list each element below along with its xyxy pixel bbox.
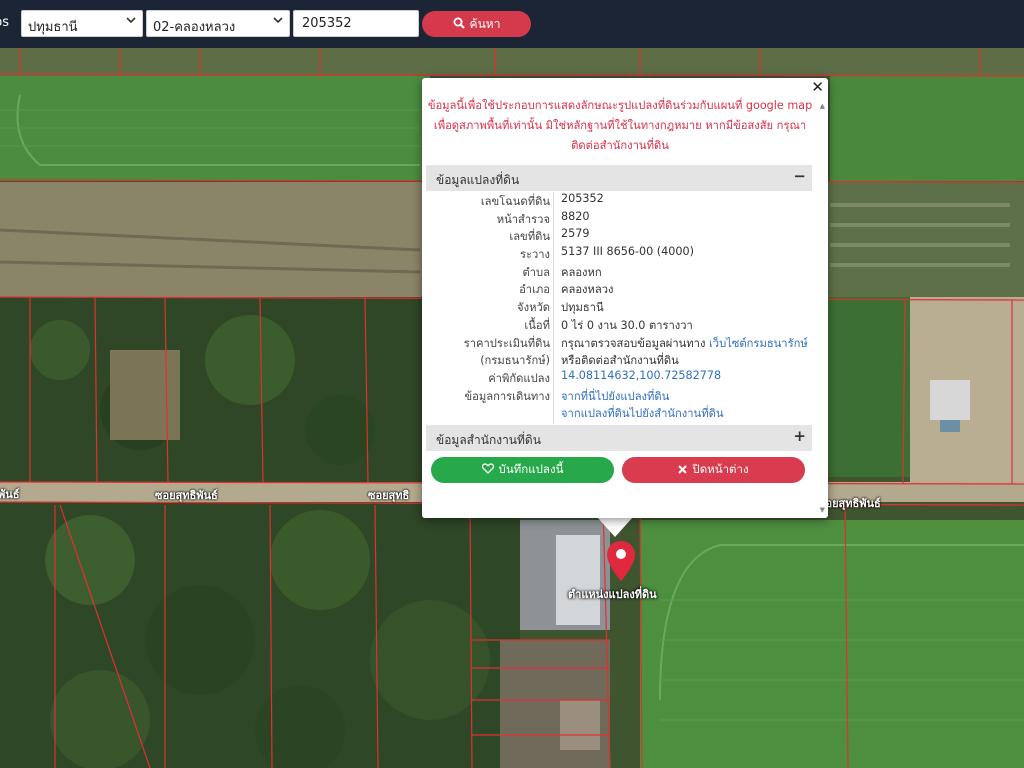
info-label: จังหวัด [517, 301, 550, 315]
info-label: เลขที่ดิน [509, 230, 550, 244]
info-label: อำเภอ [519, 283, 550, 297]
close-window-label: ปิดหน้าต่าง [692, 462, 749, 476]
close-icon[interactable]: ✕ [811, 78, 824, 96]
directions-to-office-link[interactable]: จากแปลงที่ดินไปยังสำนักงานที่ดิน [561, 404, 724, 422]
scroll-down-icon[interactable]: ▼ [820, 506, 825, 514]
info-value: 2579 [561, 227, 590, 241]
collapse-icon[interactable]: − [793, 167, 806, 185]
search-button[interactable]: ค้นหา [422, 11, 531, 37]
appraisal-sublabel: (กรมธนารักษ์) [480, 354, 550, 368]
info-value: คลองหลวง [561, 283, 614, 297]
map-pin-icon[interactable] [606, 540, 636, 582]
appraisal-value: กรุณาตรวจสอบข้อมูลผ่านทาง เว็บไซต์กรมธนา… [561, 334, 808, 352]
parcel-number-input[interactable] [293, 10, 419, 37]
info-label: ระวาง [519, 248, 550, 262]
info-value: ปทุมธานี [561, 301, 604, 315]
section-office-info[interactable]: ข้อมูลสำนักงานที่ดิน + [426, 425, 812, 451]
brand-text: ps [0, 15, 10, 30]
coordinates-label: ค่าพิกัดแปลง [488, 371, 550, 385]
info-row: ระวาง 5137 III 8656-00 (4000) [426, 245, 812, 263]
section-parcel-title: ข้อมูลแปลงที่ดิน [436, 173, 520, 187]
info-row-travel-2: จากแปลงที่ดินไปยังสำนักงานที่ดิน [426, 404, 812, 422]
info-row: เลขที่ดิน 2579 [426, 227, 812, 245]
info-row: เลขโฉนดที่ดิน 205352 [426, 192, 812, 210]
info-value: คลองหก [561, 265, 602, 279]
marker-label: ตำแหน่งแปลงที่ดิน [568, 588, 657, 601]
info-row: ตำบล คลองหก [426, 263, 812, 281]
info-row: จังหวัด ปทุมธานี [426, 298, 812, 316]
coordinates-link[interactable]: 14.08114632,100.72582778 [561, 369, 721, 382]
district-select[interactable]: 02-คลองหลวง [146, 10, 290, 37]
chevron-down-icon [273, 15, 283, 28]
road-label: ซอยสุทธิ [368, 489, 410, 502]
appraisal-label: ราคาประเมินที่ดิน [463, 336, 550, 350]
save-parcel-button[interactable]: บันทึกแปลงนี้ [431, 457, 614, 483]
parcel-info-popup: ✕ ▲ ▼ ข้อมูลนี้เพื่อใช้ประกอบการแสดงลักษ… [422, 78, 828, 518]
disclaimer-text: ข้อมูลนี้เพื่อใช้ประกอบการแสดงลักษณะรูปแ… [427, 99, 813, 152]
info-row: หน้าสำรวจ 8820 [426, 210, 812, 228]
info-row: อำเภอ คลองหลวง [426, 280, 812, 298]
info-value: 8820 [561, 209, 590, 223]
info-row-travel: ข้อมูลการเดินทาง จากที่นี่ไปยังแปลงที่ดิ… [426, 387, 812, 405]
info-label: เนื้อที่ [524, 318, 550, 332]
section-office-title: ข้อมูลสำนักงานที่ดิน [436, 433, 541, 447]
info-row-appraisal-2: (กรมธนารักษ์) หรือติดต่อสำนักงานที่ดิน [426, 351, 812, 369]
info-value: 5137 III 8656-00 (4000) [561, 245, 694, 259]
district-select-value: 02-คลองหลวง [153, 20, 236, 35]
scroll-up-icon[interactable]: ▲ [820, 102, 825, 110]
parcel-info-table: เลขโฉนดที่ดิน 205352 หน้าสำรวจ 8820 เลขท… [426, 192, 812, 422]
info-row-coordinates: ค่าพิกัดแปลง 14.08114632,100.72582778 [426, 369, 812, 387]
province-select[interactable]: ปทุมธานี [21, 10, 143, 37]
info-label: เลขโฉนดที่ดิน [480, 195, 550, 208]
road-label: พันธ์ [0, 488, 20, 501]
chevron-down-icon [126, 15, 136, 28]
info-value: 0 ไร่ 0 งาน 30.0 ตารางวา [561, 318, 693, 332]
appraisal-contact-text: หรือติดต่อสำนักงานที่ดิน [561, 354, 679, 368]
road-label: ซอยสุทธิพันธ์ [155, 489, 218, 502]
heart-icon [481, 463, 494, 477]
top-bar: ps ปทุมธานี 02-คลองหลวง ค้นหา [0, 0, 1024, 48]
treasury-website-link[interactable]: เว็บไซต์กรมธนารักษ์ [709, 337, 808, 350]
info-row: เนื้อที่ 0 ไร่ 0 งาน 30.0 ตารางวา [426, 316, 812, 334]
x-icon [678, 463, 688, 477]
info-label: ตำบล [522, 265, 550, 279]
search-icon [453, 17, 465, 32]
section-parcel-info[interactable]: ข้อมูลแปลงที่ดิน − [426, 165, 812, 191]
close-window-button[interactable]: ปิดหน้าต่าง [622, 457, 805, 483]
info-value: 205352 [561, 192, 604, 205]
directions-to-parcel-link[interactable]: จากที่นี่ไปยังแปลงที่ดิน [561, 387, 669, 405]
popup-pointer [597, 517, 633, 537]
expand-icon[interactable]: + [793, 427, 806, 445]
search-button-label: ค้นหา [469, 16, 501, 31]
travel-label: ข้อมูลการเดินทาง [464, 389, 550, 403]
info-label: หน้าสำรวจ [496, 212, 550, 226]
info-row-appraisal: ราคาประเมินที่ดิน กรุณาตรวจสอบข้อมูลผ่าน… [426, 334, 812, 352]
province-select-value: ปทุมธานี [28, 20, 78, 35]
save-parcel-label: บันทึกแปลงนี้ [498, 462, 564, 476]
appraisal-text: กรุณาตรวจสอบข้อมูลผ่านทาง [561, 336, 706, 350]
